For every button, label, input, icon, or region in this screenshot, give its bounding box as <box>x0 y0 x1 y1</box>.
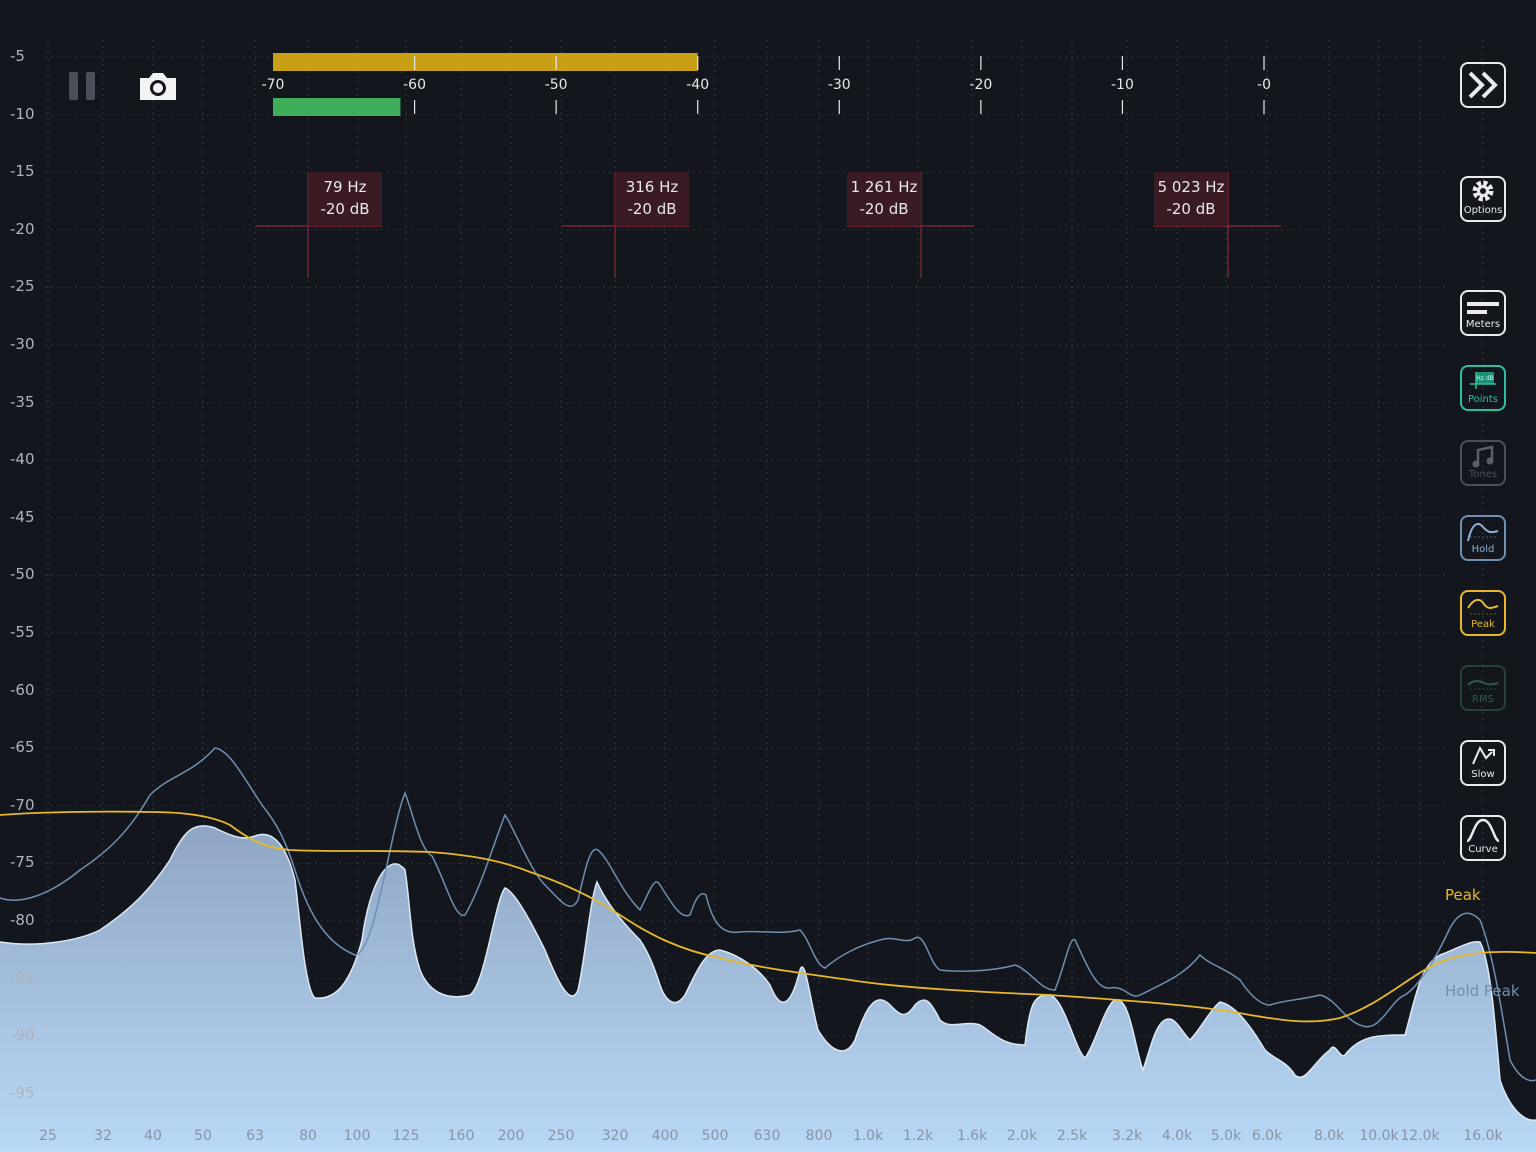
peak-curve-label: Peak <box>1445 886 1481 904</box>
marker-freq: 1 261 Hz <box>850 178 918 196</box>
y-tick-label: -55 <box>10 623 35 641</box>
meters-label: Meters <box>1465 319 1501 330</box>
x-tick-label: 4.0k <box>1161 1128 1193 1144</box>
forward-button[interactable] <box>1460 62 1506 108</box>
bell-curve-icon <box>1466 818 1500 843</box>
tones-button[interactable]: Tones <box>1460 440 1506 486</box>
y-tick-label: -75 <box>10 853 35 872</box>
x-tick-label: 80 <box>299 1128 317 1144</box>
curve-button[interactable]: Curve <box>1460 815 1506 861</box>
meters-button[interactable]: Meters <box>1460 290 1506 336</box>
music-note-icon <box>1472 445 1494 468</box>
x-tick-label: 800 <box>805 1128 833 1144</box>
gear-icon <box>1472 180 1494 202</box>
y-tick-label: -85 <box>10 968 35 987</box>
slow-response-icon <box>1472 745 1495 765</box>
marker-5023hz[interactable]: 5 023 Hz -20 dB <box>1154 172 1228 226</box>
tones-label: Tones <box>1468 469 1498 480</box>
peak-label: Peak <box>1471 619 1495 630</box>
marker-freq: 79 Hz <box>323 178 367 196</box>
options-button[interactable]: Options <box>1460 176 1506 222</box>
rms-label: RMS <box>1472 694 1494 705</box>
y-tick-label: -30 <box>10 335 35 353</box>
marker-db: -20 dB <box>627 200 677 218</box>
marker-freq: 5 023 Hz <box>1157 178 1225 196</box>
y-tick-label: -90 <box>10 1026 35 1045</box>
x-tick-label: 6.0k <box>1251 1128 1283 1144</box>
fast-forward-icon <box>1468 71 1498 98</box>
x-tick-label: 125 <box>392 1128 420 1144</box>
x-tick-label: 2.0k <box>1006 1128 1038 1144</box>
x-tick-label: 630 <box>753 1128 781 1144</box>
analyzer-screen: -5 -10 -15 -20 -25 -30 -35 -40 -45 -50 -55 -60 -65 -7… <box>0 0 1536 1152</box>
y-tick-label: -95 <box>10 1083 35 1102</box>
marker-79hz[interactable]: 79 Hz -20 dB <box>308 172 382 226</box>
y-tick-label: -50 <box>10 565 35 584</box>
x-tick-label: 320 <box>601 1128 629 1144</box>
x-tick-label: 1.2k <box>902 1128 934 1144</box>
points-label: Points <box>1467 394 1499 405</box>
x-tick-label: 63 <box>246 1128 264 1144</box>
x-tick-label: 250 <box>547 1128 575 1144</box>
y-tick-label: -60 <box>10 680 35 699</box>
y-tick-label: -45 <box>10 507 35 526</box>
options-label: Options <box>1463 205 1503 216</box>
x-tick-label: 8.0k <box>1313 1128 1345 1144</box>
x-tick-label: 25 <box>39 1128 57 1144</box>
points-icon: Hz dB <box>1470 372 1496 389</box>
marker-db: -20 dB <box>859 200 909 218</box>
x-tick-label: 10.0k <box>1359 1128 1399 1144</box>
x-tick-label: 12.0k <box>1400 1128 1440 1144</box>
hold-label: Hold <box>1471 544 1495 555</box>
x-tick-label: 500 <box>701 1128 729 1144</box>
x-tick-label: 160 <box>447 1128 475 1144</box>
x-tick-label: 5.0k <box>1210 1128 1242 1144</box>
y-tick-label: -80 <box>10 911 35 929</box>
curve-label: Curve <box>1468 844 1498 855</box>
y-tick-label: -35 <box>10 392 35 411</box>
x-tick-label: 100 <box>343 1128 371 1144</box>
marker-1261hz[interactable]: 1 261 Hz -20 dB <box>847 172 921 226</box>
rms-button[interactable]: RMS <box>1460 665 1506 711</box>
x-tick-label: 50 <box>194 1128 212 1144</box>
y-tick-label: -40 <box>10 450 35 469</box>
y-tick-label: -65 <box>10 738 35 757</box>
marker-crosshairs <box>256 172 1281 278</box>
x-tick-label: 200 <box>497 1128 525 1144</box>
x-tick-label: 3.2k <box>1111 1128 1143 1144</box>
hold-peak-curve-label: Hold Peak <box>1445 982 1520 1000</box>
marker-freq: 316 Hz <box>625 178 679 196</box>
hold-button[interactable]: Hold <box>1460 515 1506 561</box>
rms-curve-icon <box>1467 680 1499 690</box>
spectrum-fill <box>0 825 1536 1152</box>
marker-db: -20 dB <box>320 200 370 218</box>
slow-label: Slow <box>1471 769 1495 780</box>
x-tick-label: 32 <box>94 1128 112 1144</box>
meters-icon <box>1467 302 1499 314</box>
hold-curve-icon <box>1467 523 1499 542</box>
x-tick-label: 2.5k <box>1056 1128 1088 1144</box>
x-tick-label: 40 <box>144 1128 162 1144</box>
x-tick-label: 1.0k <box>852 1128 884 1144</box>
marker-db: -20 dB <box>1166 200 1216 218</box>
peak-button[interactable]: Peak <box>1460 590 1506 636</box>
points-button[interactable]: Hz dB Points <box>1460 365 1506 411</box>
x-tick-label: 400 <box>651 1128 679 1144</box>
slow-button[interactable]: Slow <box>1460 740 1506 786</box>
x-tick-label: 16.0k <box>1463 1128 1503 1144</box>
x-tick-label: 1.6k <box>956 1128 988 1144</box>
marker-316hz[interactable]: 316 Hz -20 dB <box>615 172 689 226</box>
peak-curve-icon <box>1467 598 1499 615</box>
y-tick-label: -70 <box>10 795 35 814</box>
points-icon-text: Hz dB <box>1476 375 1494 382</box>
